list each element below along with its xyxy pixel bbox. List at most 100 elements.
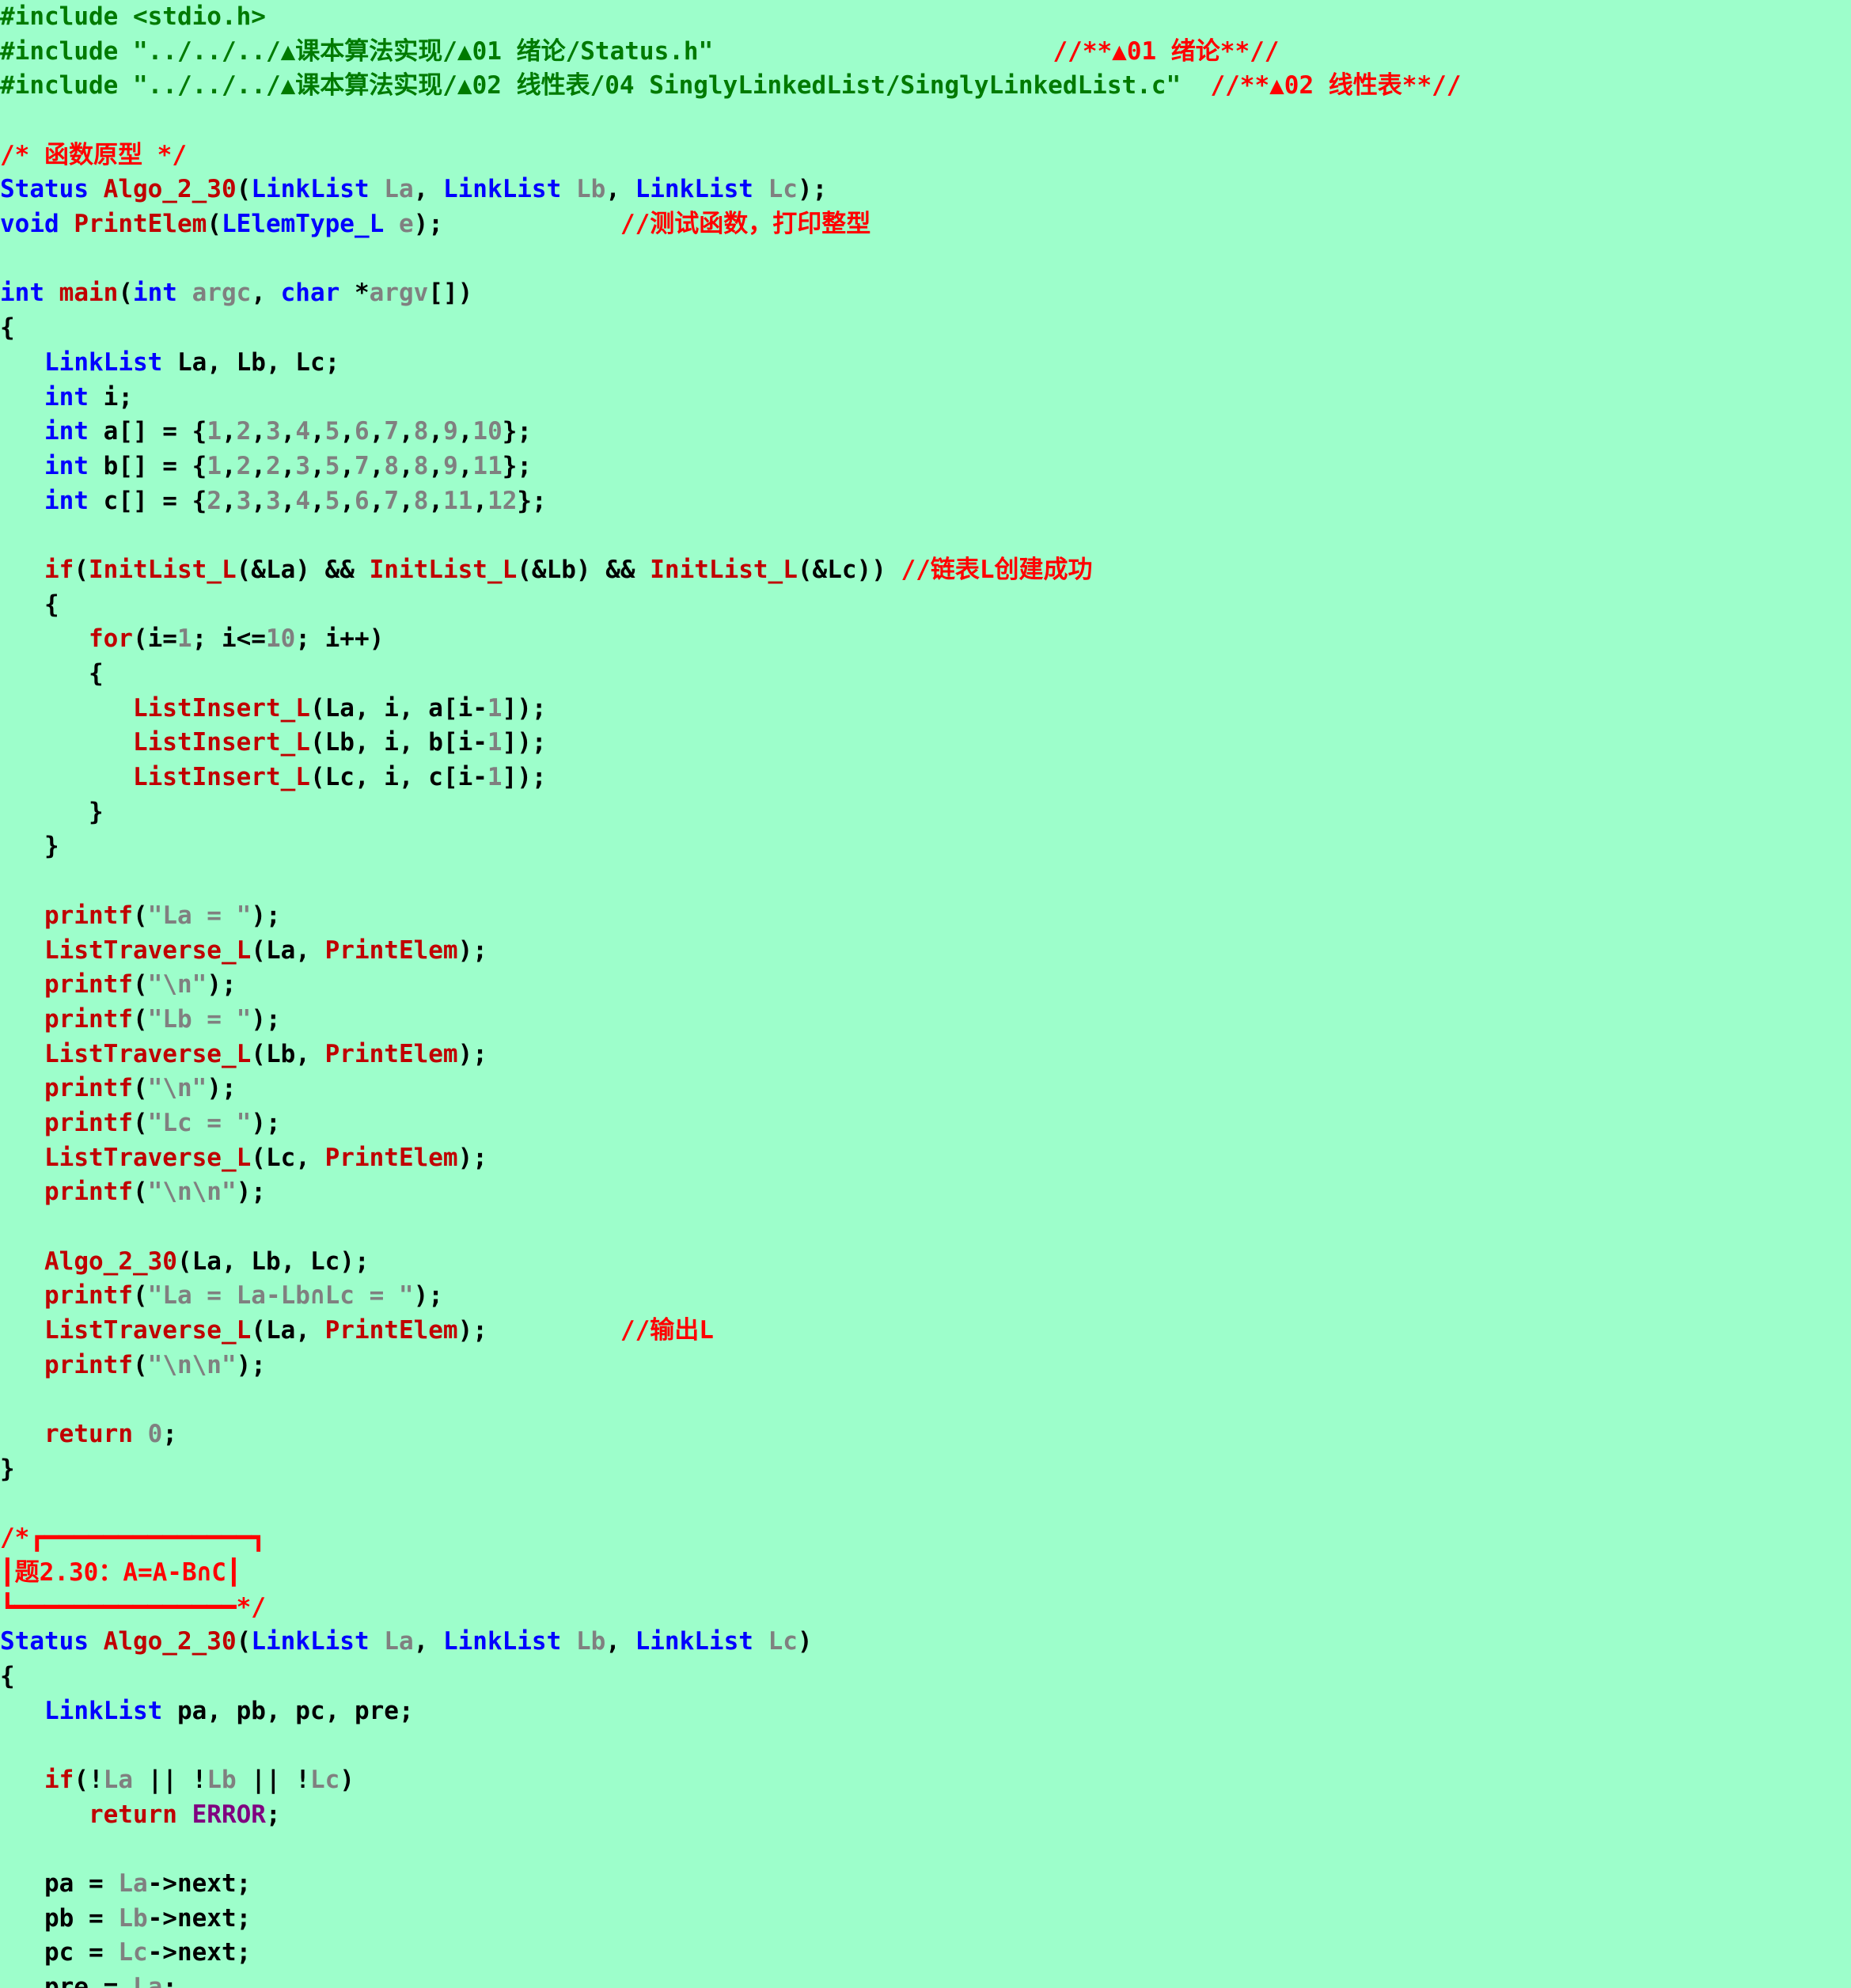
code-line: LinkList pa, pb, pc, pre;	[0, 1694, 414, 1729]
code-token: c[] = {	[103, 486, 207, 515]
code-token: "\n"	[147, 970, 207, 1000]
code-token: 10	[472, 417, 503, 446]
code-token: ,	[472, 486, 488, 515]
code-token: 3	[266, 417, 281, 446]
code-token: );	[207, 970, 237, 1000]
code-token: ,	[280, 451, 296, 480]
code-token: ,	[221, 451, 237, 480]
code-line: printf("La = La-Lb∩Lc = ");	[0, 1279, 443, 1314]
code-token: Lc	[118, 1938, 148, 1967]
code-token: PrintElem	[324, 1143, 458, 1172]
code-token: ListTraverse_L	[44, 1143, 252, 1172]
code-token: ERROR	[192, 1800, 266, 1829]
code-token: LinkList	[635, 1627, 768, 1656]
code-token: printf	[44, 1178, 133, 1207]
code-token: ,	[413, 175, 443, 204]
code-token: InitList_L	[369, 555, 518, 584]
code-token: );	[457, 1143, 487, 1172]
code-token: 5	[324, 486, 340, 515]
code-token: 2	[266, 451, 281, 480]
code-token: LinkList	[442, 175, 576, 204]
code-token: (Lc, i, c[i-	[309, 763, 487, 792]
code-token: LinkList	[251, 1627, 385, 1656]
code-token: ,	[605, 1627, 635, 1656]
code-token: LinkList	[635, 175, 768, 204]
code-line: printf("La = ");	[0, 899, 281, 934]
code-token: || !	[236, 1766, 310, 1795]
code-token: ;	[162, 1420, 177, 1449]
code-token: ,	[310, 486, 325, 515]
code-token: );	[413, 210, 620, 239]
code-token: (&Lc))	[797, 555, 901, 584]
code-token: 0	[147, 1420, 163, 1449]
code-token: };	[502, 417, 533, 446]
code-token: ListTraverse_L	[44, 1316, 252, 1345]
code-token: ,	[605, 175, 635, 204]
code-token: "Lb = "	[147, 1004, 252, 1034]
code-token: ,	[251, 279, 281, 308]
code-token: ,	[399, 486, 414, 515]
code-token: (&La) &&	[236, 555, 370, 584]
code-line: int c[] = {2,3,3,4,5,6,7,8,11,12};	[0, 484, 547, 519]
code-token: ,	[369, 417, 385, 446]
code-token: ,	[457, 417, 473, 446]
code-token: Lb	[118, 1903, 148, 1933]
code-line: ListInsert_L(Lc, i, c[i-1]);	[0, 761, 547, 795]
code-token: ,	[369, 486, 385, 515]
code-token: || !	[132, 1766, 207, 1795]
code-token: //输出L	[620, 1316, 714, 1345]
code-token: //链表L创建成功	[901, 555, 1093, 584]
code-token: ,	[310, 451, 325, 480]
code-token: }	[0, 797, 104, 826]
code-token: (	[132, 1004, 148, 1034]
code-token: 7	[355, 451, 370, 480]
code-token: 3	[295, 451, 311, 480]
code-token: 1	[207, 451, 222, 480]
code-token: a[] = {	[103, 417, 207, 446]
code-token: (&Lb) &&	[517, 555, 651, 584]
code-token: /* 函数原型 */	[0, 140, 187, 169]
code-token: "\n\n"	[147, 1178, 237, 1207]
code-line: int main(int argc, char *argv[])	[0, 276, 472, 311]
code-token: ,	[399, 451, 414, 480]
code-token: ->next;	[147, 1938, 252, 1967]
code-token: ,	[221, 486, 237, 515]
code-token: "\n\n"	[147, 1350, 237, 1379]
code-token: );	[251, 901, 281, 930]
code-token: b[] = {	[103, 451, 207, 480]
code-token: Lb	[207, 1766, 237, 1795]
code-token: La	[103, 1766, 133, 1795]
code-token: main	[59, 279, 119, 308]
code-token: pc =	[0, 1938, 119, 1967]
code-token: pa =	[0, 1869, 119, 1899]
code-token: PrintElem	[324, 1316, 458, 1345]
code-line: ListTraverse_L(Lb, PrintElem);	[0, 1038, 487, 1072]
code-editor[interactable]: #include <stdio.h> #include "../../../▲课本…	[0, 0, 1851, 1988]
code-token: pre =	[0, 1973, 133, 1988]
code-token: #include "../../../▲课本算法实现/▲02 线性表/04 Si…	[0, 71, 1182, 101]
code-line: ListTraverse_L(La, PrintElem);	[0, 934, 487, 969]
code-line: if(!La || !Lb || !Lc)	[0, 1763, 355, 1798]
code-token: ,	[413, 1627, 443, 1656]
code-line: printf("Lc = ");	[0, 1106, 281, 1141]
code-token: ListTraverse_L	[44, 935, 252, 965]
code-token: 1	[207, 417, 222, 446]
code-token: ,	[339, 451, 355, 480]
code-token: 2	[207, 486, 222, 515]
code-token: if	[44, 1766, 74, 1795]
code-token: 12	[487, 486, 518, 515]
code-token: ListInsert_L	[132, 763, 310, 792]
code-token: }	[0, 832, 59, 861]
code-token: PrintElem	[324, 935, 458, 965]
code-token: argc	[192, 279, 252, 308]
code-token: {	[0, 590, 59, 619]
